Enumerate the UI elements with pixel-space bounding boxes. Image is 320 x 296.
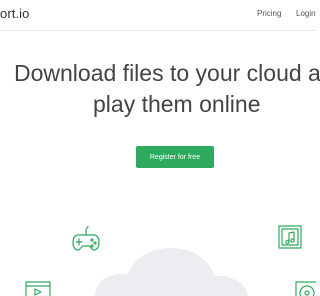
hero-headline-line-1: Download files to your cloud ar [14,60,320,86]
nav-login-link[interactable]: Login [296,9,316,18]
logo[interactable]: ort.io [0,6,30,21]
cloud-illustration [95,248,248,296]
video-player-icon [25,281,51,296]
gamepad-icon [72,226,100,251]
music-file-icon [278,225,302,249]
hero-headline-line-2: play them online [93,91,261,117]
disc-icon [295,281,316,296]
register-button[interactable]: Register for free [136,146,214,168]
nav-pricing-link[interactable]: Pricing [257,9,281,18]
top-nav-bar: ort.io Pricing Login [0,0,316,31]
